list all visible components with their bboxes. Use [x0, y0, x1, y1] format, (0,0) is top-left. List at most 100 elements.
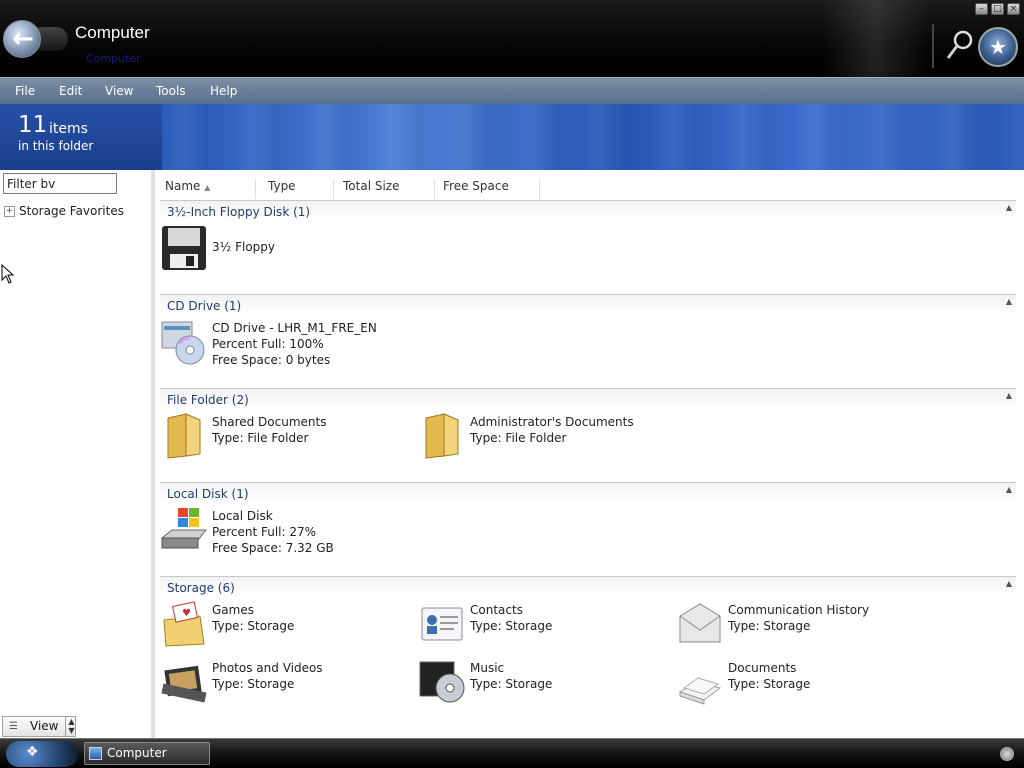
filter-input[interactable] [3, 173, 117, 194]
item-title: Contacts [470, 603, 523, 617]
column-name[interactable]: Name ▲ [158, 179, 256, 199]
item-detail: Free Space: 0 bytes [212, 353, 331, 367]
item-detail: Percent Full: 27% [212, 525, 317, 539]
view-list-icon: ☰ [9, 721, 18, 732]
expand-icon[interactable]: + [4, 206, 15, 217]
group-header-local-disk[interactable]: Local Disk (1) ▲ [160, 482, 1016, 501]
view-button[interactable]: ☰ View ▲ ▼ [2, 716, 76, 737]
banner-decoration [162, 104, 1024, 170]
navigation-pane: + Storage Favorites ☰ View ▲▼ [0, 170, 153, 738]
back-arrow-icon: ← [12, 24, 34, 54]
group-title: File Folder (2) [167, 393, 249, 407]
photos-videos-icon [161, 665, 207, 703]
menu-tools[interactable]: Tools [156, 84, 186, 98]
folder-tile-shared-documents[interactable]: Shared Documents Type: File Folder [160, 412, 410, 466]
item-title: Shared Documents [212, 415, 327, 429]
item-count-subtitle: in this folder [18, 139, 94, 153]
back-button[interactable]: ← [3, 20, 41, 58]
drive-tile-floppy[interactable]: 3½ Floppy [160, 224, 410, 278]
column-free-space[interactable]: Free Space [436, 179, 540, 199]
maximize-button[interactable]: □ [991, 3, 1004, 15]
item-detail: Type: Storage [470, 619, 553, 633]
group-header-storage[interactable]: Storage (6) ▲ [160, 576, 1016, 595]
item-title: Communication History [728, 603, 870, 617]
column-type[interactable]: Type [261, 179, 334, 199]
item-title: Games [212, 603, 254, 617]
floppy-disk-icon [162, 226, 206, 270]
drive-tile-local-disk[interactable]: Local Disk Percent Full: 27% Free Space:… [160, 506, 410, 560]
item-detail: Type: Storage [212, 677, 295, 691]
collapse-icon[interactable]: ▲ [1006, 297, 1012, 306]
drive-tile-cd[interactable]: CD Drive - LHR_M1_FRE_EN Percent Full: 1… [160, 318, 460, 372]
column-header: Name ▲ Type Total Size Free Space [158, 174, 1020, 199]
item-title: 3½ Floppy [212, 240, 275, 254]
search-icon[interactable] [944, 28, 974, 62]
contacts-icon [421, 607, 463, 641]
collapse-icon[interactable]: ▲ [1006, 203, 1012, 212]
storage-tile-games[interactable]: ♥ Games Type: Storage [160, 600, 410, 654]
collapse-icon[interactable]: ▲ [1006, 579, 1012, 588]
storage-tile-documents[interactable]: Documents Type: Storage [676, 658, 926, 712]
close-button[interactable]: × [1007, 3, 1020, 15]
svg-text:♥: ♥ [182, 608, 191, 619]
view-spinner[interactable]: ▲ ▼ [65, 717, 77, 736]
collapse-icon[interactable]: ▲ [1006, 391, 1012, 400]
collapse-icon[interactable]: ▲ [1006, 485, 1012, 494]
title-bar: ← Computer Computer ★ – □ × [0, 0, 1024, 77]
storage-tile-photos-videos[interactable]: Photos and Videos Type: Storage [160, 658, 410, 712]
storage-tile-music[interactable]: Music Type: Storage [418, 658, 668, 712]
item-title: Photos and Videos [212, 661, 323, 675]
group-header-cd-drive[interactable]: CD Drive (1) ▲ [160, 294, 1016, 313]
item-detail: Type: Storage [212, 619, 295, 633]
folder-tile-administrators-documents[interactable]: Administrator's Documents Type: File Fol… [418, 412, 668, 466]
item-title: Administrator's Documents [470, 415, 634, 429]
start-button[interactable]: ❖ [6, 741, 78, 767]
item-title: Documents [728, 661, 797, 675]
menu-file[interactable]: File [15, 84, 35, 98]
taskbar: ❖ Computer [0, 738, 1024, 768]
item-detail: Type: File Folder [212, 431, 309, 445]
storage-tile-contacts[interactable]: Contacts Type: Storage [418, 600, 668, 654]
folder-icon [425, 413, 459, 459]
title-gloss [820, 0, 930, 77]
window-subtitle: Computer [86, 52, 141, 65]
games-icon: ♥ [163, 601, 205, 647]
storage-favorites-item[interactable]: + Storage Favorites [4, 204, 124, 218]
column-total-size[interactable]: Total Size [336, 179, 435, 199]
tray-icon[interactable] [1000, 747, 1014, 761]
content-pane: Name ▲ Type Total Size Free Space 3½-Inc… [155, 170, 1024, 738]
window-title: Computer [75, 23, 150, 42]
taskbar-button-computer[interactable]: Computer [84, 742, 210, 765]
item-detail: Percent Full: 100% [212, 337, 324, 351]
item-detail: Type: Storage [728, 677, 811, 691]
group-title: CD Drive (1) [167, 299, 242, 313]
menu-view[interactable]: View [105, 84, 133, 98]
group-title: 3½-Inch Floppy Disk (1) [167, 205, 311, 219]
menu-help[interactable]: Help [210, 84, 237, 98]
menu-bar: File Edit View Tools Help [0, 77, 1024, 104]
item-detail: Type: Storage [470, 677, 553, 691]
group-title: Storage (6) [167, 581, 235, 595]
mouse-cursor [1, 264, 15, 284]
minimize-button[interactable]: – [975, 3, 988, 15]
windows-logo-icon: ❖ [26, 744, 39, 760]
menu-edit[interactable]: Edit [59, 84, 82, 98]
favorites-orb-button[interactable]: ★ [978, 27, 1018, 67]
local-disk-icon [160, 508, 208, 549]
item-title: CD Drive - LHR_M1_FRE_EN [212, 321, 377, 335]
storage-tile-communication-history[interactable]: Communication History Type: Storage [676, 600, 926, 654]
item-count: 11 [18, 112, 48, 138]
view-label: View [30, 719, 59, 733]
column-name-label: Name [165, 179, 201, 193]
music-icon [419, 661, 465, 703]
group-header-file-folder[interactable]: File Folder (2) ▲ [160, 388, 1016, 407]
item-title: Music [470, 661, 505, 675]
group-header-floppy[interactable]: 3½-Inch Floppy Disk (1) ▲ [160, 200, 1016, 219]
item-detail: Free Space: 7.32 GB [212, 541, 334, 555]
storage-favorites-label: Storage Favorites [19, 204, 124, 218]
computer-icon [89, 747, 102, 760]
item-detail: Type: File Folder [470, 431, 567, 445]
communication-history-icon [679, 603, 721, 643]
item-detail: Type: Storage [728, 619, 811, 633]
title-separator [932, 24, 934, 68]
